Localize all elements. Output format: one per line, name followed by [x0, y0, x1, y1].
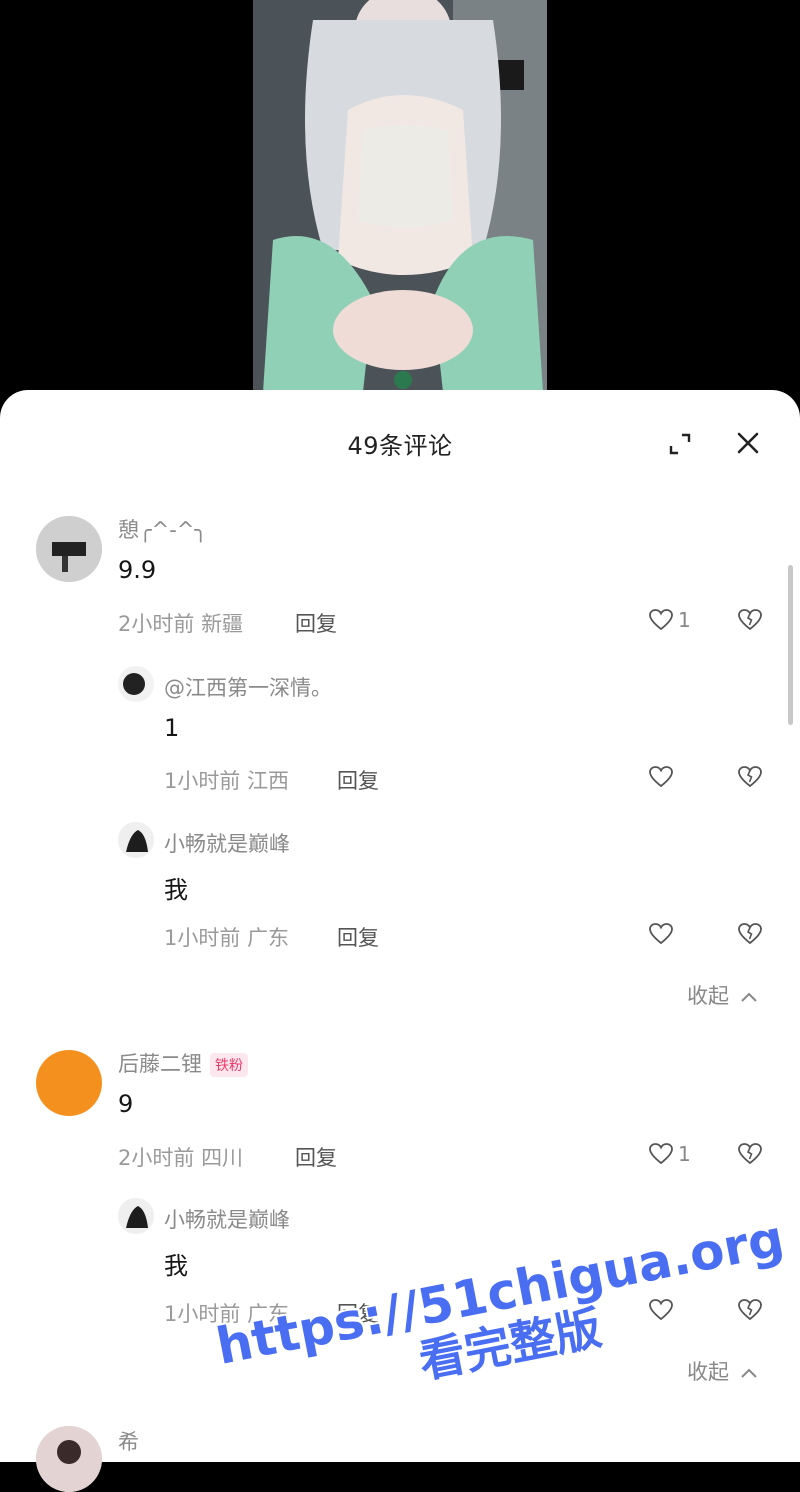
scrollbar[interactable]: [788, 565, 793, 725]
comment-time: 2小时前: [118, 612, 195, 636]
video-frame: [253, 0, 547, 392]
like-button[interactable]: 1: [648, 608, 691, 632]
comment-meta: 2小时前 四川: [118, 1142, 243, 1172]
avatar[interactable]: [36, 1050, 102, 1116]
like-button[interactable]: 1: [648, 1142, 691, 1166]
chevron-up-icon: [740, 1368, 757, 1378]
like-count: 1: [678, 1142, 691, 1166]
comment-time: 2小时前: [118, 1146, 195, 1170]
broken-heart-icon[interactable]: [737, 1142, 763, 1166]
collapse-label: 收起: [687, 984, 729, 1008]
broken-heart-icon[interactable]: [737, 1298, 763, 1322]
heart-icon: [649, 1143, 673, 1165]
heart-icon[interactable]: [648, 1298, 674, 1322]
heart-icon[interactable]: [648, 765, 674, 789]
reply-location: 江西: [247, 769, 290, 793]
collapse-label: 收起: [687, 1360, 729, 1384]
avatar-image: [118, 666, 154, 702]
comment-meta: 2小时前 新疆: [118, 608, 243, 638]
comment-text: 9: [118, 1090, 134, 1118]
comment-location: 四川: [201, 1146, 244, 1170]
reply-button[interactable]: 回复: [295, 608, 337, 638]
comment-author[interactable]: 希: [118, 1426, 139, 1456]
chevron-up-icon: [740, 992, 757, 1002]
reply-button[interactable]: 回复: [337, 922, 379, 952]
reply-text: 我: [164, 1252, 188, 1280]
reply-text: 1: [164, 714, 180, 742]
comment-text: 9.9: [118, 556, 157, 584]
video-figure-illustration: [253, 0, 547, 392]
comments-panel: 49条评论 憩╭^-^╮ 9.9 2小时前 新疆 回复 1 @江西第一深情。 1…: [0, 390, 800, 1492]
comment-author[interactable]: 后藤二锂: [118, 1052, 202, 1076]
like-count: 1: [678, 608, 691, 632]
reply-location: 广东: [247, 926, 290, 950]
reply-author[interactable]: 小畅就是巅峰: [164, 828, 290, 858]
reply-time: 1小时前: [164, 1302, 241, 1326]
reply-author[interactable]: 小畅就是巅峰: [164, 1204, 290, 1234]
reply-button[interactable]: 回复: [295, 1142, 337, 1172]
avatar[interactable]: [118, 1198, 154, 1234]
collapse-replies-button[interactable]: 收起: [687, 980, 758, 1010]
comment-author[interactable]: 憩╭^-^╮: [118, 514, 207, 544]
collapse-replies-button[interactable]: 收起: [687, 1356, 758, 1386]
avatar-image: [36, 516, 102, 582]
reply-meta: 1小时前 广东: [164, 1298, 289, 1328]
avatar[interactable]: [36, 1426, 102, 1492]
avatar-image: [118, 822, 154, 858]
heart-icon: [649, 609, 673, 631]
comment-author-row: 后藤二锂 铁粉: [118, 1048, 248, 1078]
video-player[interactable]: [0, 0, 800, 400]
heart-icon[interactable]: [648, 922, 674, 946]
reply-text: 我: [164, 876, 188, 904]
comment-location: 新疆: [201, 612, 244, 636]
reply-author[interactable]: @江西第一深情。: [164, 672, 332, 702]
reply-meta: 1小时前 广东: [164, 922, 289, 952]
avatar[interactable]: [118, 822, 154, 858]
reply-time: 1小时前: [164, 769, 241, 793]
reply-location: 广东: [247, 1302, 290, 1326]
reply-meta: 1小时前 江西: [164, 765, 289, 795]
avatar[interactable]: [118, 666, 154, 702]
broken-heart-icon[interactable]: [737, 922, 763, 946]
avatar-image: [118, 1198, 154, 1234]
fan-badge: 铁粉: [210, 1053, 248, 1077]
reply-button[interactable]: 回复: [337, 1298, 379, 1328]
broken-heart-icon[interactable]: [737, 608, 763, 632]
expand-icon[interactable]: [668, 432, 692, 456]
avatar[interactable]: [36, 516, 102, 582]
broken-heart-icon[interactable]: [737, 765, 763, 789]
avatar-image: [36, 1426, 102, 1492]
reply-button[interactable]: 回复: [337, 765, 379, 795]
close-icon[interactable]: [735, 430, 761, 456]
reply-time: 1小时前: [164, 926, 241, 950]
